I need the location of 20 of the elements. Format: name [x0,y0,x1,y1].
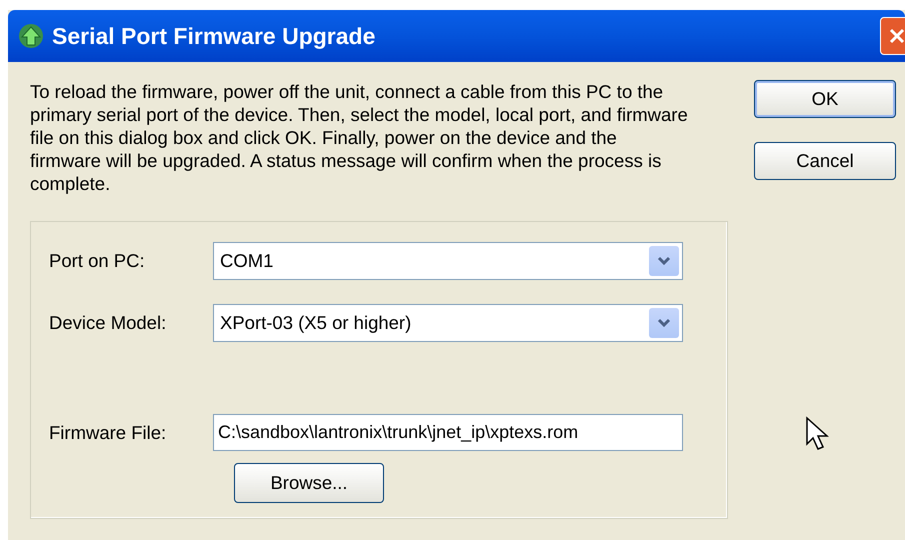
dropdown-button[interactable] [649,246,679,276]
mouse-cursor-icon [805,416,831,452]
input-field[interactable]: C:\sandbox\lantronix\trunk\jnet_ip\xptexs.rom [213,414,683,451]
field-label: Device Model: [49,311,168,336]
dropdown-field[interactable]: COM1 [213,242,683,280]
dropdown-value: XPort-03 (X5 or higher) [220,311,412,336]
dialog-button[interactable]: Cancel [754,142,896,180]
dialog-button[interactable]: OK [754,80,896,118]
field-label: Port on PC: [49,249,146,274]
dropdown-value: COM1 [220,249,274,274]
field-label: Firmware File: [49,420,168,445]
instructions-text: To reload the firmware, power off the unit, connect a cable from this PC to the primary serial port of the device. Then, select the model, local port, and firmware file on this dialog box and click OK. Finally, power on the device and the firmware will be upgraded. A status message will confirm when the process is complete. [30,80,689,195]
dropdown-button[interactable] [649,308,679,338]
dropdown-field[interactable]: XPort-03 (X5 or higher) [213,304,683,342]
window-title: Serial Port Firmware Upgrade [52,22,376,51]
chevron-down-icon [657,256,671,266]
close-icon [888,27,905,45]
browse-button[interactable]: Browse... [234,463,384,503]
close-button[interactable] [880,17,905,55]
chevron-down-icon [657,318,671,328]
